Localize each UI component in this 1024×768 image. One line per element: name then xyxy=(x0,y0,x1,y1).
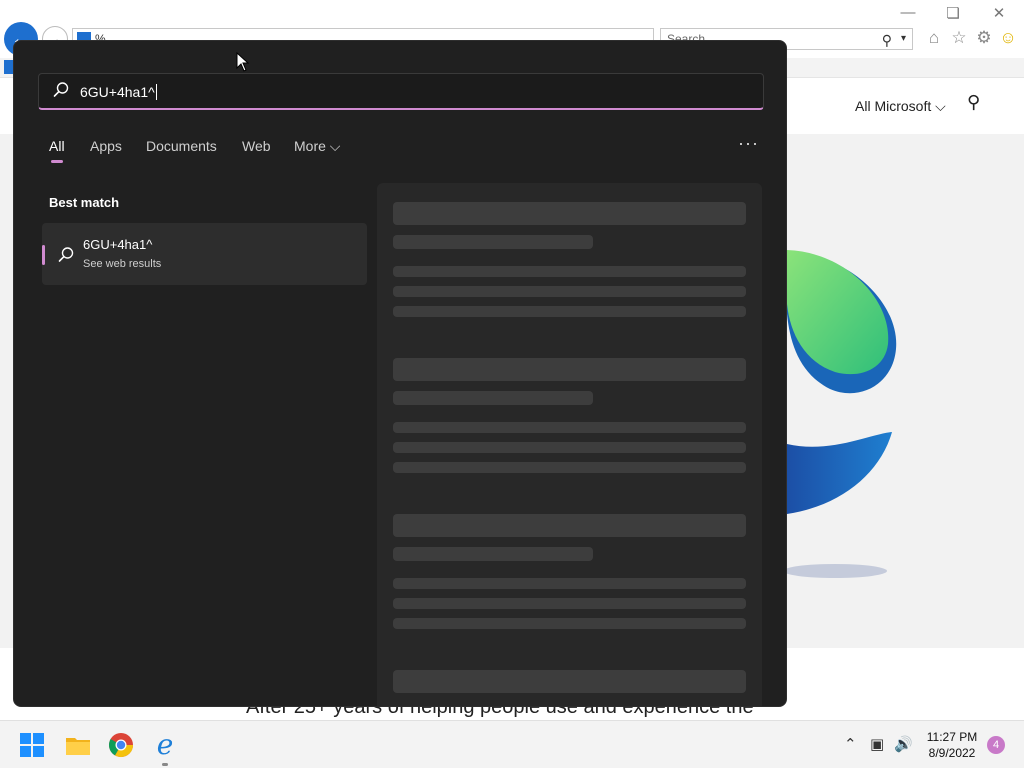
loading-placeholder xyxy=(393,670,746,693)
system-clock[interactable]: 11:27 PM 8/9/2022 xyxy=(922,729,982,761)
search-query-text: 6GU+4ha1^ xyxy=(80,84,157,100)
clock-date: 8/9/2022 xyxy=(928,746,976,760)
chrome-icon[interactable] xyxy=(107,731,135,759)
restore-icon[interactable]: ❏ xyxy=(941,4,965,22)
loading-placeholder xyxy=(393,266,746,277)
clock-time: 11:27 PM xyxy=(926,730,978,744)
home-icon[interactable]: ⌂ xyxy=(923,28,945,48)
site-search-icon[interactable]: ⚲ xyxy=(967,92,980,113)
tab-all[interactable]: All xyxy=(49,138,65,154)
internet-explorer-icon[interactable]: e xyxy=(151,731,179,759)
running-app-indicator xyxy=(162,763,168,766)
close-icon[interactable]: ✕ xyxy=(987,4,1011,22)
loading-placeholder xyxy=(393,442,746,453)
windows-start-icon[interactable] xyxy=(20,733,44,757)
loading-placeholder xyxy=(393,422,746,433)
notification-badge[interactable]: 4 xyxy=(987,736,1005,754)
feedback-smiley-icon[interactable]: ☺ xyxy=(997,28,1019,48)
best-match-heading: Best match xyxy=(49,195,120,210)
selection-accent xyxy=(42,245,45,265)
windows-search-panel: 6GU+4ha1^ All Apps Documents Web More ⌵ … xyxy=(13,40,787,707)
file-explorer-icon[interactable] xyxy=(64,731,92,759)
all-microsoft-menu[interactable]: All Microsoft ⌵ xyxy=(855,98,946,115)
best-match-title: 6GU+4ha1^ xyxy=(83,237,153,252)
favorites-star-icon[interactable]: ☆ xyxy=(948,28,970,48)
loading-placeholder xyxy=(393,462,746,473)
loading-placeholder xyxy=(393,358,746,381)
tab-documents[interactable]: Documents xyxy=(146,138,217,154)
loading-placeholder xyxy=(393,578,746,589)
network-icon[interactable]: ▣ xyxy=(870,735,884,753)
more-options-icon[interactable]: ··· xyxy=(738,133,759,154)
loading-placeholder xyxy=(393,598,746,609)
search-input[interactable]: 6GU+4ha1^ xyxy=(38,73,764,110)
mouse-cursor-icon xyxy=(236,52,250,72)
loading-placeholder xyxy=(393,391,593,405)
volume-icon[interactable]: 🔊 xyxy=(894,735,913,753)
best-match-subtitle: See web results xyxy=(83,258,162,270)
gear-icon[interactable]: ⚙ xyxy=(973,28,995,48)
search-icon[interactable]: ⚲ xyxy=(882,30,892,50)
tab-web[interactable]: Web xyxy=(242,138,271,154)
best-match-web-result[interactable]: 6GU+4ha1^ See web results xyxy=(42,223,367,285)
minimize-icon[interactable]: — xyxy=(896,4,920,21)
loading-placeholder xyxy=(393,306,746,317)
chevron-down-icon[interactable]: ▾ xyxy=(901,29,906,49)
tab-more[interactable]: More ⌵ xyxy=(294,138,340,155)
loading-placeholder xyxy=(393,618,746,629)
loading-placeholder xyxy=(393,202,746,225)
text-caret xyxy=(155,84,157,100)
active-tab-indicator xyxy=(51,160,63,163)
chevron-up-icon[interactable]: ⌃ xyxy=(844,735,857,753)
loading-placeholder xyxy=(393,286,746,297)
loading-placeholder xyxy=(393,235,593,249)
search-icon xyxy=(58,247,74,262)
result-preview-pane xyxy=(377,183,762,706)
tab-apps[interactable]: Apps xyxy=(90,138,122,154)
taskbar: e ⌃ ▣ 🔊 11:27 PM 8/9/2022 4 xyxy=(0,720,1024,768)
search-icon xyxy=(53,82,69,97)
loading-placeholder xyxy=(393,547,593,561)
loading-placeholder xyxy=(393,514,746,537)
